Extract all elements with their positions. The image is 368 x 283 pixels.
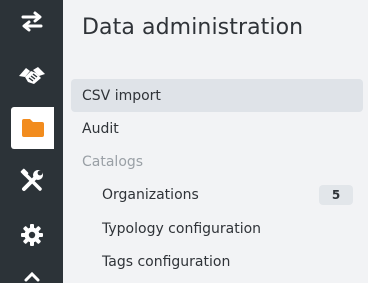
tools-icon — [19, 168, 45, 194]
menu-item-typology-configuration[interactable]: Typology configuration — [71, 212, 363, 245]
chevron-up-icon — [22, 266, 42, 283]
sidebar-item-data-administration[interactable] — [11, 107, 54, 149]
menu-section-catalogs: Catalogs — [71, 145, 363, 178]
menu-item-organizations[interactable]: Organizations 5 — [71, 178, 363, 211]
data-administration-panel: Data administration CSV import Audit Cat… — [63, 0, 368, 283]
menu-item-label: Audit — [82, 120, 119, 137]
menu-item-label: Typology configuration — [102, 220, 262, 237]
menu-item-label: Organizations — [102, 186, 199, 203]
menu-item-audit[interactable]: Audit — [71, 112, 363, 145]
count-badge: 5 — [319, 185, 353, 205]
menu-item-tags-configuration[interactable]: Tags configuration — [71, 245, 363, 278]
section-label: Catalogs — [82, 153, 144, 170]
folder-icon — [20, 118, 46, 138]
gear-icon — [20, 223, 44, 247]
page-title: Data administration — [82, 15, 304, 40]
menu-item-label: CSV import — [82, 87, 161, 104]
handshake-icon — [17, 64, 47, 86]
menu-item-csv-import[interactable]: CSV import — [71, 79, 363, 112]
menu-item-label: Tags configuration — [102, 253, 231, 270]
sidebar-edge — [54, 0, 63, 283]
swap-arrows-icon — [20, 10, 44, 32]
